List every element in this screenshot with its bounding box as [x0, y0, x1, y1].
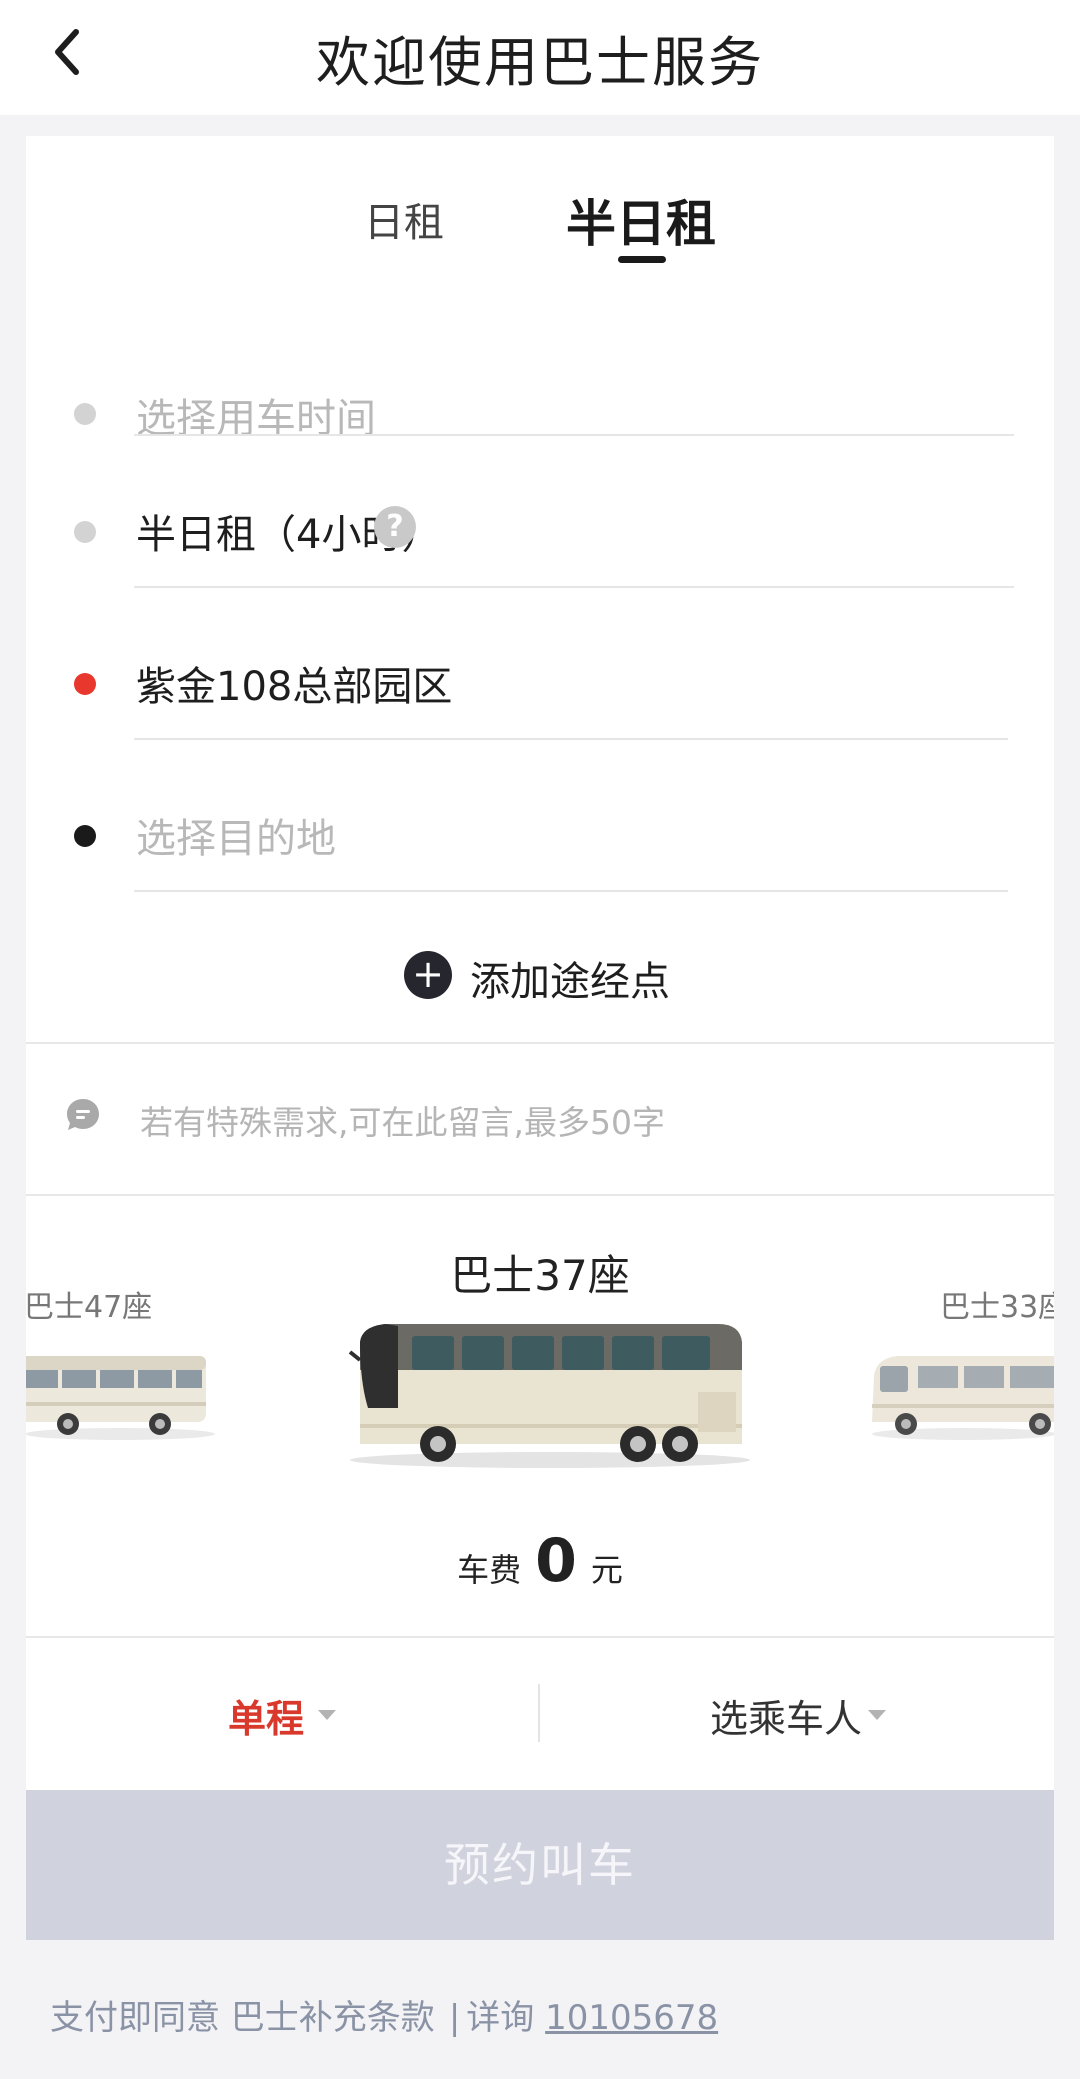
destination-dot-icon — [74, 825, 96, 847]
help-icon[interactable]: ? — [374, 506, 416, 548]
trip-type-label: 单程 — [228, 1697, 305, 1741]
plus-icon: + — [404, 951, 452, 999]
chevron-down-icon — [868, 1710, 886, 1720]
fare-display: 车费 0 元 — [26, 1526, 1054, 1596]
destination-placeholder: 选择目的地 — [136, 816, 336, 862]
message-input[interactable]: 若有特殊需求,可在此留言,最多50字 — [26, 1044, 1054, 1194]
bus-carousel[interactable]: 巴士47座 巴士37座 巴士33座 车费 0 元 — [26, 1196, 1054, 1636]
bus-37-image[interactable] — [338, 1312, 756, 1472]
bus-option-right-label[interactable]: 巴士33座 — [940, 1282, 1054, 1326]
booking-card: 日租 半日租 选择用车时间 半日租（4小时） ? 紫金108总部园区 选择目的地… — [26, 136, 1054, 1940]
origin-label: 紫金108总部园区 — [136, 664, 453, 710]
terms-link[interactable]: 支付即同意 巴士补充条款 — [50, 1998, 435, 2038]
fare-unit: 元 — [590, 1551, 623, 1589]
destination-row[interactable]: 选择目的地 — [26, 806, 1054, 958]
message-placeholder: 若有特殊需求,可在此留言,最多50字 — [140, 1103, 665, 1142]
time-select-row[interactable]: 选择用车时间 — [26, 350, 1054, 502]
rental-type-row[interactable]: 半日租（4小时） ? — [26, 502, 1054, 654]
top-bar: 欢迎使用巴士服务 — [0, 0, 1080, 115]
divider — [134, 586, 1014, 588]
divider — [134, 738, 1008, 740]
fare-label: 车费 — [457, 1551, 522, 1589]
divider — [134, 890, 1008, 892]
page-title: 欢迎使用巴士服务 — [316, 31, 764, 94]
passenger-label: 选乘车人 — [710, 1697, 863, 1741]
chevron-down-icon — [318, 1710, 336, 1720]
phone-link[interactable]: 10105678 — [545, 1998, 718, 2038]
active-tab-indicator — [618, 256, 666, 263]
divider — [134, 434, 1014, 436]
origin-row[interactable]: 紫金108总部园区 — [26, 654, 1054, 806]
trip-type-dropdown[interactable]: 单程 — [26, 1638, 538, 1788]
terms-footer: 支付即同意 巴士补充条款 | 详询 10105678 — [50, 1990, 718, 2039]
bus-47-image[interactable] — [26, 1336, 220, 1446]
tab-half-day-rental[interactable]: 半日租 — [566, 184, 716, 256]
bus-33-image[interactable] — [868, 1336, 1054, 1446]
detail-label: 详询 — [466, 1998, 535, 2038]
bus-option-center-label: 巴士37座 — [450, 1251, 630, 1300]
tab-day-rental[interactable]: 日租 — [364, 190, 444, 248]
passenger-dropdown[interactable]: 选乘车人 — [540, 1638, 1052, 1788]
time-dot-icon — [74, 403, 96, 425]
rental-dot-icon — [74, 521, 96, 543]
message-icon — [64, 1096, 102, 1138]
origin-dot-icon — [74, 673, 96, 695]
add-waypoint-label: 添加途经点 — [470, 959, 670, 1005]
options-bar: 单程 选乘车人 — [26, 1638, 1054, 1788]
fare-value: 0 — [535, 1526, 577, 1596]
footer-separator: | — [448, 1998, 461, 2038]
book-ride-button[interactable]: 预约叫车 — [26, 1790, 1054, 1940]
